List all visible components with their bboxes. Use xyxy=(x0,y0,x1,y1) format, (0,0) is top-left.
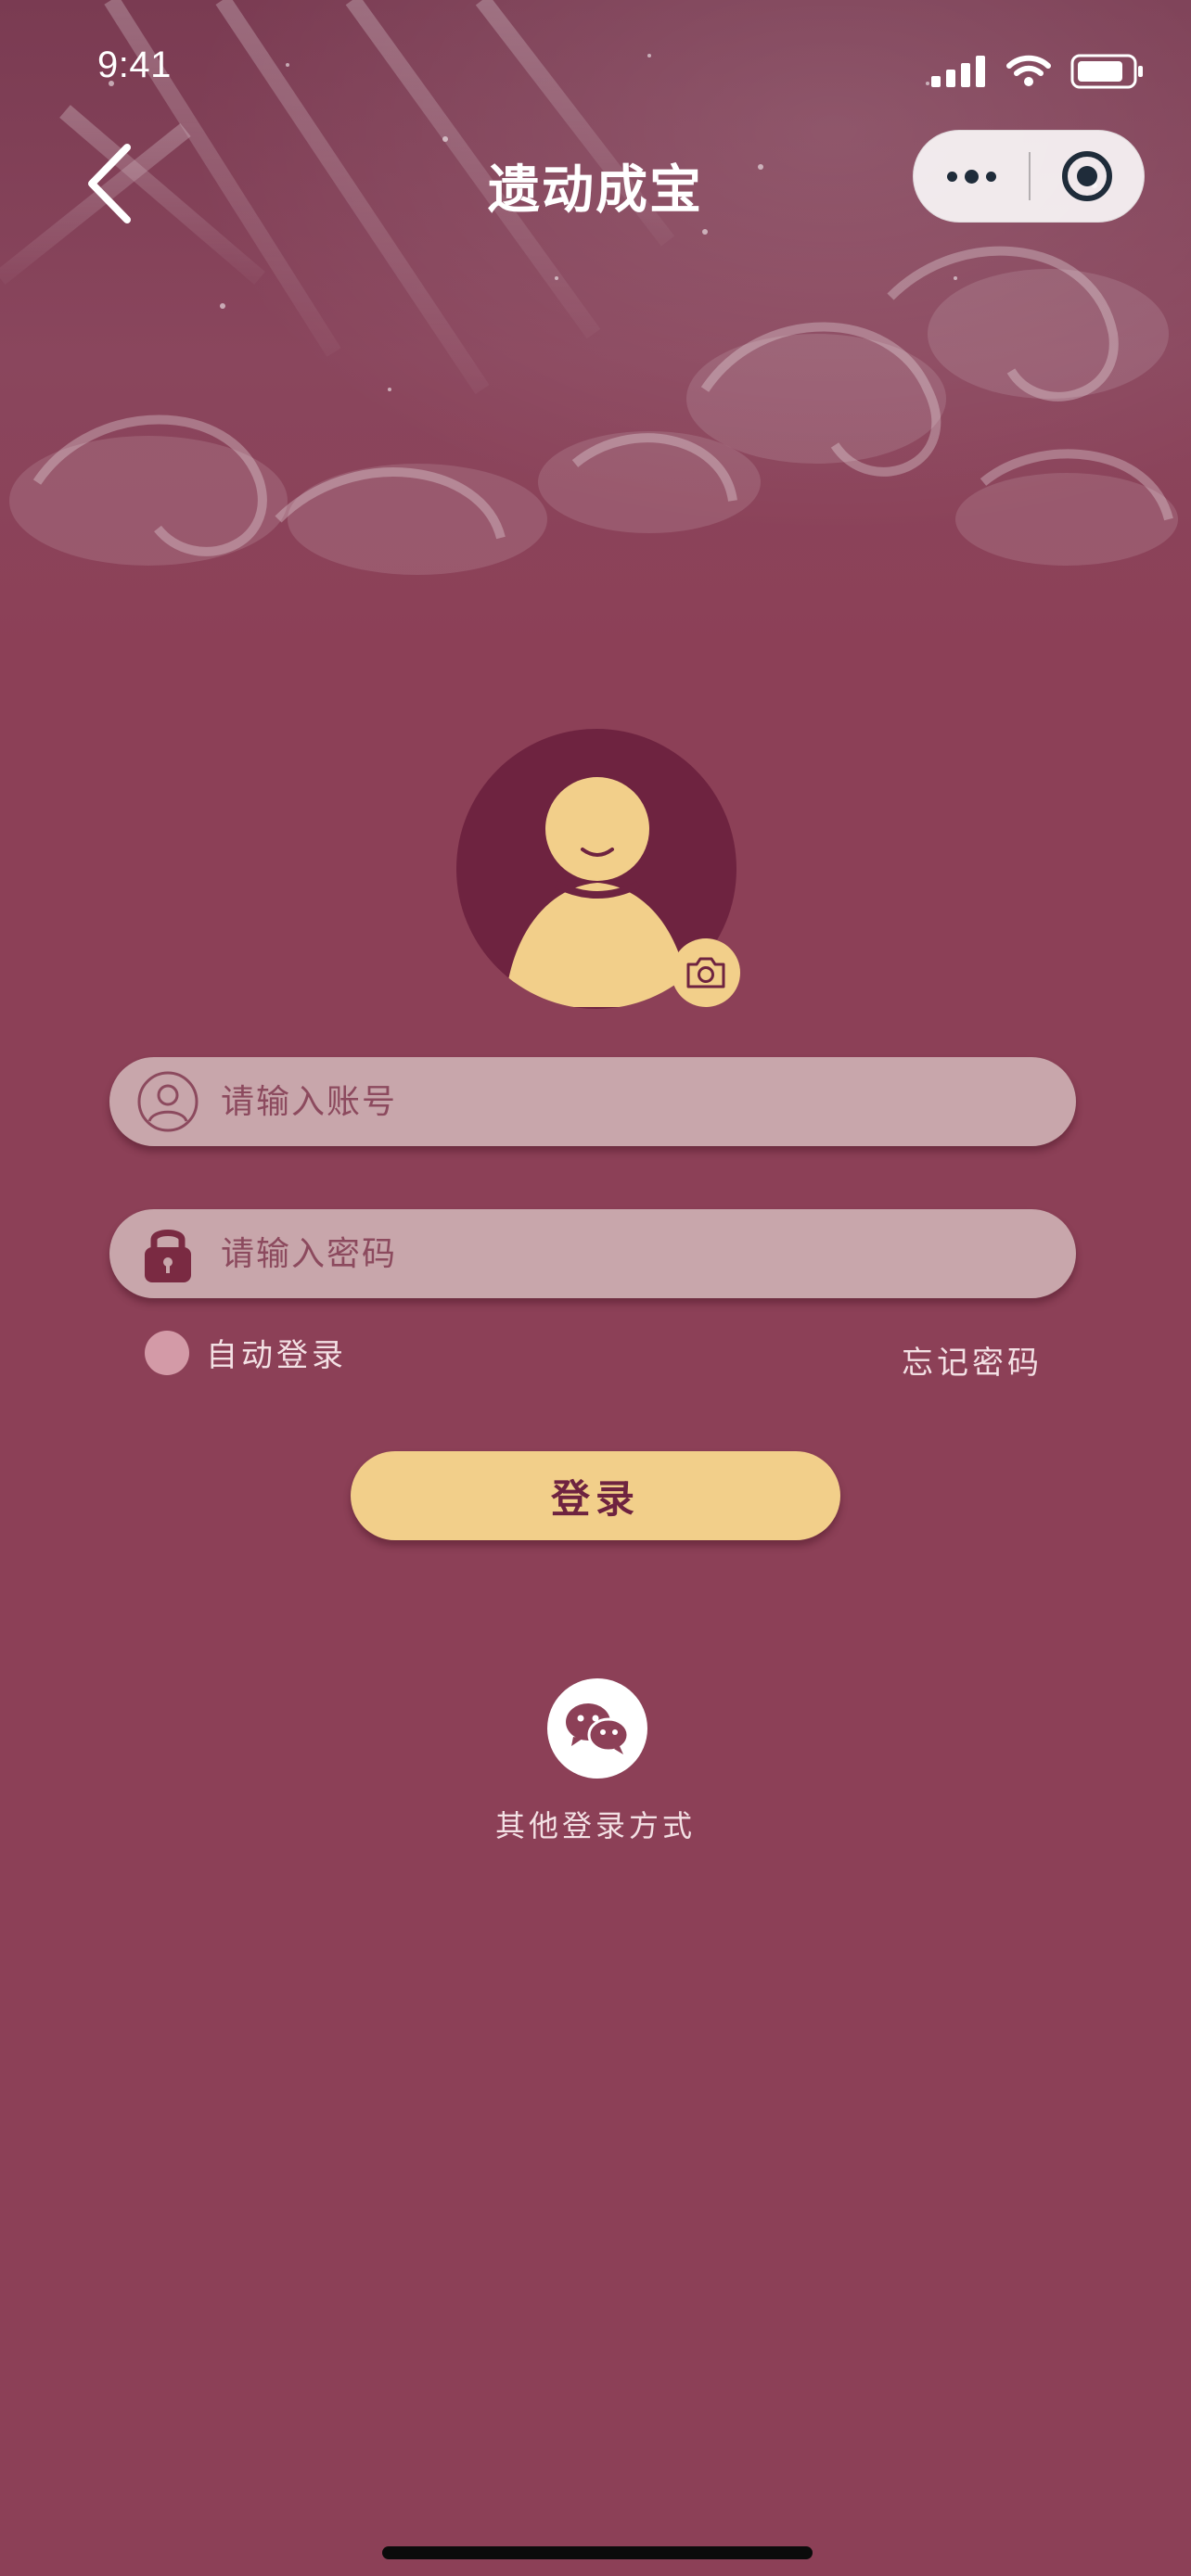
status-bar: 9:41 xyxy=(0,0,1191,130)
signal-icon xyxy=(931,56,985,87)
status-icons xyxy=(931,54,1145,89)
login-button[interactable]: 登录 xyxy=(351,1451,840,1540)
password-field xyxy=(109,1209,1076,1298)
auto-login-option[interactable]: 自动登录 xyxy=(145,1330,347,1375)
target-icon xyxy=(1061,151,1112,201)
more-icon xyxy=(946,171,957,182)
account-input[interactable] xyxy=(219,1081,1076,1122)
wifi-icon xyxy=(1006,55,1051,86)
other-login-label: 其他登录方式 xyxy=(494,1808,696,1843)
user-circle-icon xyxy=(135,1069,200,1134)
more-icon-dot xyxy=(964,169,979,184)
wechat-icon xyxy=(566,1703,630,1754)
camera-button[interactable] xyxy=(672,938,740,1007)
battery-icon xyxy=(1070,54,1143,89)
wechat-login-button[interactable] xyxy=(547,1678,647,1779)
login-screen: 9:41 遗动成宝 请输入账号 自动登录 忘记密码 登录 其他登录方式 xyxy=(0,0,1191,2576)
password-input[interactable] xyxy=(219,1233,1076,1274)
account-field xyxy=(109,1057,1076,1146)
home-indicator[interactable] xyxy=(382,2546,813,2559)
more-icon-dot xyxy=(985,171,996,182)
avatar-section xyxy=(456,729,740,1009)
auto-login-label: 自动登录 xyxy=(206,1337,347,1374)
navigation-bar: 遗动成宝 xyxy=(0,121,1191,241)
forgot-password-link[interactable]: 忘记密码 xyxy=(902,1337,1043,1383)
status-time: 9:41 xyxy=(97,45,172,85)
auto-login-radio[interactable] xyxy=(145,1330,189,1375)
close-miniprogram-button[interactable] xyxy=(1031,149,1144,203)
miniprogram-capsule xyxy=(913,130,1145,223)
lock-icon xyxy=(135,1221,200,1286)
more-button[interactable] xyxy=(914,169,1029,184)
camera-icon xyxy=(686,957,725,988)
